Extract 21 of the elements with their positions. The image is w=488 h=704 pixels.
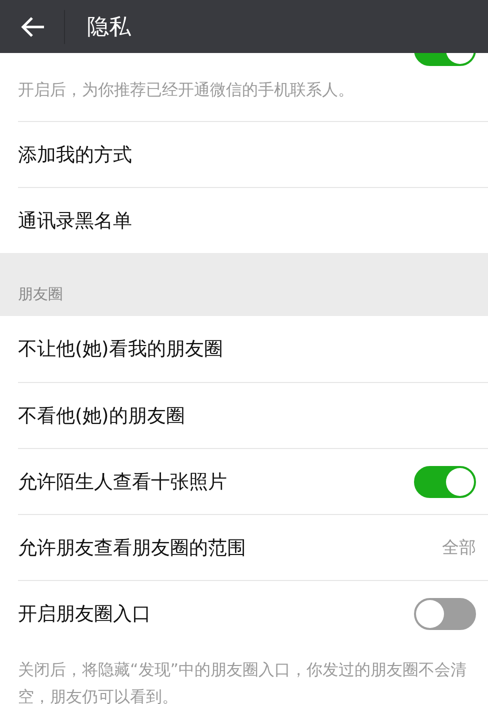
toggle-switch[interactable] bbox=[414, 598, 476, 630]
toggle-switch[interactable] bbox=[414, 466, 476, 498]
row-label: 不让他(她)看我的朋友圈 bbox=[18, 337, 223, 362]
hint-text: 开启后，为你推荐已经开通微信的手机联系人。 bbox=[17, 79, 355, 101]
settings-row[interactable]: 开启朋友圈入口 bbox=[18, 580, 488, 646]
row-label: 允许陌生人查看十张照片 bbox=[18, 470, 227, 494]
row-value: 全部 bbox=[442, 537, 476, 559]
settings-row[interactable]: 允许朋友查看朋友圈的范围 全部 bbox=[18, 514, 488, 580]
row-label: 不看他(她)的朋友圈 bbox=[18, 404, 185, 428]
page-title: 隐私 bbox=[87, 14, 131, 42]
row-label: 添加我的方式 bbox=[18, 142, 132, 168]
section-title: 朋友圈 bbox=[18, 285, 63, 304]
settings-row[interactable]: 不让他(她)看我的朋友圈 bbox=[18, 316, 488, 382]
settings-row[interactable]: 不看他(她)的朋友圈 bbox=[18, 382, 488, 448]
row-label: 开启朋友圈入口 bbox=[18, 602, 151, 626]
hint-text: 关闭后，将隐藏“发现”中的朋友圈入口，你发过的朋友圈不会清空，朋友仍可以看到。 bbox=[17, 659, 468, 704]
row-label: 通讯录黑名单 bbox=[18, 208, 132, 234]
row-label: 允许朋友查看朋友圈的范围 bbox=[18, 536, 246, 560]
back-arrow-icon[interactable] bbox=[20, 16, 46, 38]
settings-row[interactable]: 添加我的方式 bbox=[18, 121, 488, 187]
settings-row[interactable]: 允许陌生人查看十张照片 bbox=[18, 448, 488, 514]
